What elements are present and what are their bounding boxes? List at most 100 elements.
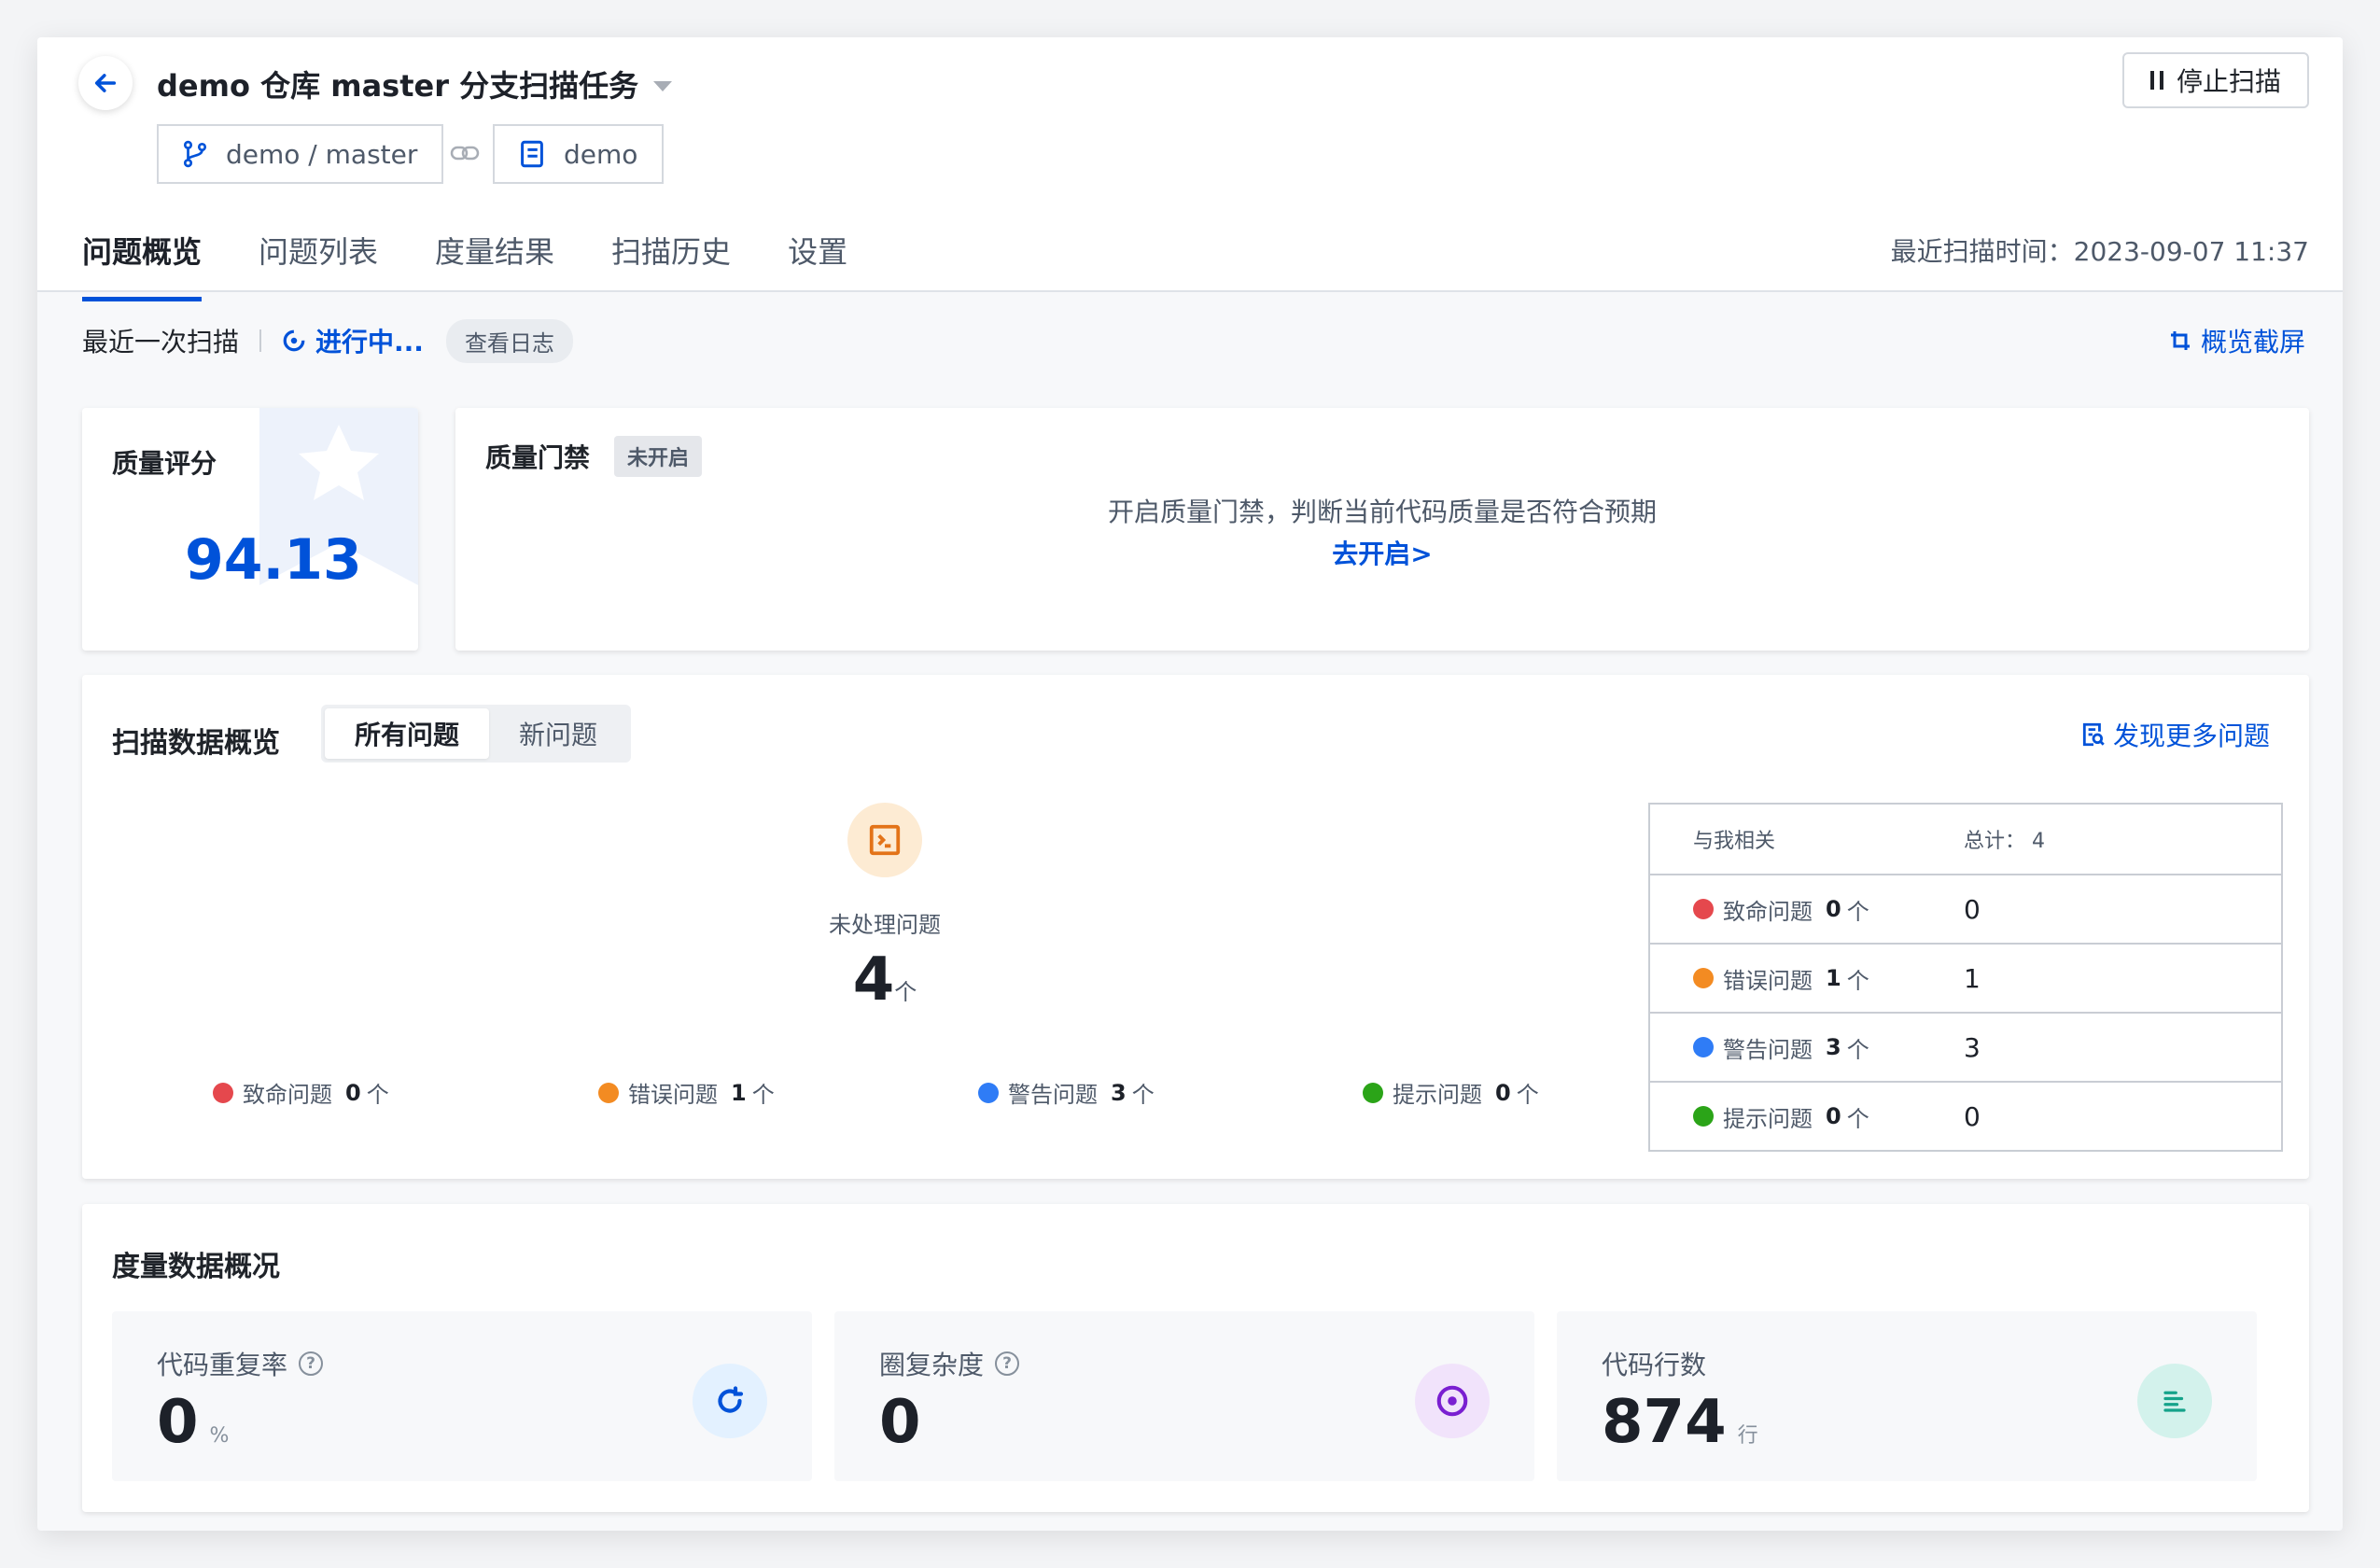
repository-icon bbox=[521, 140, 543, 168]
row-count: 3 bbox=[1826, 1034, 1841, 1060]
link-icon bbox=[450, 146, 480, 161]
table-cell-category: 提示问题 0 个 bbox=[1650, 1100, 1964, 1133]
legend-unit: 个 bbox=[366, 1082, 389, 1108]
quality-gate-card: 质量门禁 未开启 开启质量门禁，判断当前代码质量是否符合预期 去开启> bbox=[455, 408, 2309, 651]
row-value: 0 bbox=[1964, 1100, 1981, 1132]
row-value: 3 bbox=[1964, 1031, 1981, 1063]
legend-label: 警告问题 bbox=[1008, 1082, 1098, 1108]
stop-scan-button[interactable]: 停止扫描 bbox=[2121, 52, 2309, 108]
metric-lines-of-code[interactable]: 代码行数 874 行 bbox=[1557, 1311, 2257, 1481]
metrics-overview-card: 度量数据概况 代码重复率 ? 0% 圈复杂度 ? 0 代码行数 874 行 bbox=[82, 1204, 2309, 1512]
legend-error: 错误问题 1 个 bbox=[598, 1076, 775, 1109]
unprocessed-issues-label: 未处理问题 bbox=[829, 912, 941, 938]
metric-value-number: 874 bbox=[1602, 1388, 1727, 1457]
legend-unit: 个 bbox=[751, 1082, 775, 1108]
pause-icon bbox=[2149, 71, 2163, 90]
repo-tag[interactable]: demo bbox=[493, 124, 665, 184]
metric-label: 圈复杂度 ? bbox=[879, 1345, 1020, 1382]
scan-status-text: 进行中... bbox=[315, 327, 424, 357]
warning-dot-icon bbox=[1693, 1037, 1714, 1057]
refresh-icon bbox=[693, 1364, 767, 1438]
arrow-left-icon bbox=[94, 74, 117, 92]
unprocessed-count-unit: 个 bbox=[894, 979, 917, 1005]
legend-unit: 个 bbox=[1516, 1082, 1539, 1108]
target-icon bbox=[1415, 1364, 1490, 1438]
quality-score-card: 质量评分 94.13 bbox=[82, 408, 418, 651]
row-count: 1 bbox=[1826, 965, 1841, 991]
task-title[interactable]: demo 仓库 master 分支扫描任务 bbox=[157, 58, 673, 110]
metric-value-unit: 行 bbox=[1737, 1424, 1758, 1448]
table-cell-category: 警告问题 3 个 bbox=[1650, 1031, 1964, 1064]
tab-issue-overview[interactable]: 问题概览 bbox=[82, 229, 203, 301]
legend-count: 0 bbox=[345, 1079, 361, 1106]
row-unit: 个 bbox=[1846, 1036, 1869, 1063]
help-icon[interactable]: ? bbox=[995, 1351, 1020, 1376]
view-log-button[interactable]: 查看日志 bbox=[445, 318, 573, 363]
row-label: 警告问题 bbox=[1723, 1036, 1813, 1063]
enable-gate-link-text[interactable]: 去开启> bbox=[1332, 539, 1432, 569]
legend-hint: 提示问题 0 个 bbox=[1363, 1076, 1539, 1109]
row-count: 0 bbox=[1826, 1103, 1841, 1129]
row-value: 1 bbox=[1964, 962, 1981, 994]
metric-value-number: 0 bbox=[157, 1388, 199, 1457]
row-label: 错误问题 bbox=[1723, 967, 1813, 994]
overview-screenshot-label: 概览截屏 bbox=[2200, 327, 2305, 357]
legend-warning: 警告问题 3 个 bbox=[978, 1076, 1155, 1109]
loading-icon bbox=[283, 329, 305, 352]
scan-overview-card: 扫描数据概览 所有问题 新问题 发现更多问题 未处理问题 4个 致命问题 0 个… bbox=[82, 675, 2309, 1179]
table-header-row: 与我相关 总计： 4 bbox=[1650, 805, 2281, 874]
fatal-dot-icon bbox=[1693, 899, 1714, 919]
error-dot-icon bbox=[1693, 968, 1714, 988]
metric-duplication[interactable]: 代码重复率 ? 0% bbox=[112, 1311, 812, 1481]
metric-label-text: 代码重复率 bbox=[157, 1350, 288, 1380]
legend-fatal: 致命问题 0 个 bbox=[213, 1076, 389, 1109]
back-button[interactable] bbox=[78, 56, 133, 110]
tab-issue-list[interactable]: 问题列表 bbox=[259, 229, 378, 300]
stop-scan-label: 停止扫描 bbox=[2176, 66, 2281, 97]
table-row[interactable]: 致命问题 0 个 0 bbox=[1650, 874, 2281, 943]
segment-new-issues[interactable]: 新问题 bbox=[489, 708, 627, 759]
metric-value-unit: % bbox=[209, 1424, 230, 1448]
tab-metric-results[interactable]: 度量结果 bbox=[435, 229, 554, 300]
quality-score-title: 质量评分 bbox=[112, 448, 217, 479]
discover-more-issues-label: 发现更多问题 bbox=[2112, 721, 2270, 751]
status-badge: 未开启 bbox=[614, 436, 703, 477]
legend-count: 3 bbox=[1111, 1079, 1127, 1106]
legend-count: 0 bbox=[1495, 1079, 1511, 1106]
tab-scan-history[interactable]: 扫描历史 bbox=[611, 229, 731, 300]
last-scan-time: 最近扫描时间：2023-09-07 11:37 bbox=[1890, 236, 2309, 267]
quality-gate-hint: 开启质量门禁，判断当前代码质量是否符合预期 bbox=[1107, 497, 1657, 527]
quality-gate-title: 质量门禁 bbox=[485, 442, 591, 473]
table-row[interactable]: 提示问题 0 个 0 bbox=[1650, 1081, 2281, 1150]
branch-tag-label: demo / master bbox=[226, 138, 418, 170]
issue-filter-segment: 所有问题 新问题 bbox=[321, 705, 632, 763]
table-row[interactable]: 警告问题 3 个 3 bbox=[1650, 1012, 2281, 1081]
table-row[interactable]: 错误问题 1 个 1 bbox=[1650, 943, 2281, 1012]
help-icon[interactable]: ? bbox=[299, 1351, 324, 1376]
legend-label: 致命问题 bbox=[243, 1082, 332, 1108]
metric-value: 0 bbox=[879, 1388, 932, 1457]
branch-tag[interactable]: demo / master bbox=[157, 124, 444, 184]
table-cell-category: 致命问题 0 个 bbox=[1650, 893, 1964, 926]
tab-settings[interactable]: 设置 bbox=[788, 229, 847, 300]
legend-count: 1 bbox=[731, 1079, 747, 1106]
doc-search-icon bbox=[2082, 722, 2105, 747]
discover-more-issues-link[interactable]: 发现更多问题 bbox=[2081, 716, 2270, 753]
caret-down-icon[interactable] bbox=[653, 80, 673, 91]
table-header-label: 与我相关 bbox=[1693, 830, 1776, 853]
overview-screenshot-button[interactable]: 概览截屏 bbox=[2169, 322, 2305, 359]
scan-overview-title: 扫描数据概览 bbox=[112, 727, 280, 760]
task-title-text: demo 仓库 master 分支扫描任务 bbox=[157, 68, 639, 104]
unprocessed-issues-count: 4个 bbox=[791, 945, 978, 1015]
page-header: demo 仓库 master 分支扫描任务 停止扫描 demo / master bbox=[37, 37, 2343, 301]
enable-gate-link: 去开启> bbox=[455, 534, 2309, 571]
row-value: 0 bbox=[1964, 893, 1981, 925]
segment-all-issues[interactable]: 所有问题 bbox=[325, 708, 490, 759]
repo-tag-label: demo bbox=[564, 138, 638, 170]
legend-label: 错误问题 bbox=[628, 1082, 718, 1108]
latest-scan-label: 最近一次扫描 bbox=[82, 327, 240, 357]
metric-complexity[interactable]: 圈复杂度 ? 0 bbox=[834, 1311, 1534, 1481]
metric-value: 874 行 bbox=[1602, 1388, 1758, 1457]
lines-icon bbox=[2137, 1364, 2212, 1438]
warning-dot-icon bbox=[978, 1082, 999, 1103]
